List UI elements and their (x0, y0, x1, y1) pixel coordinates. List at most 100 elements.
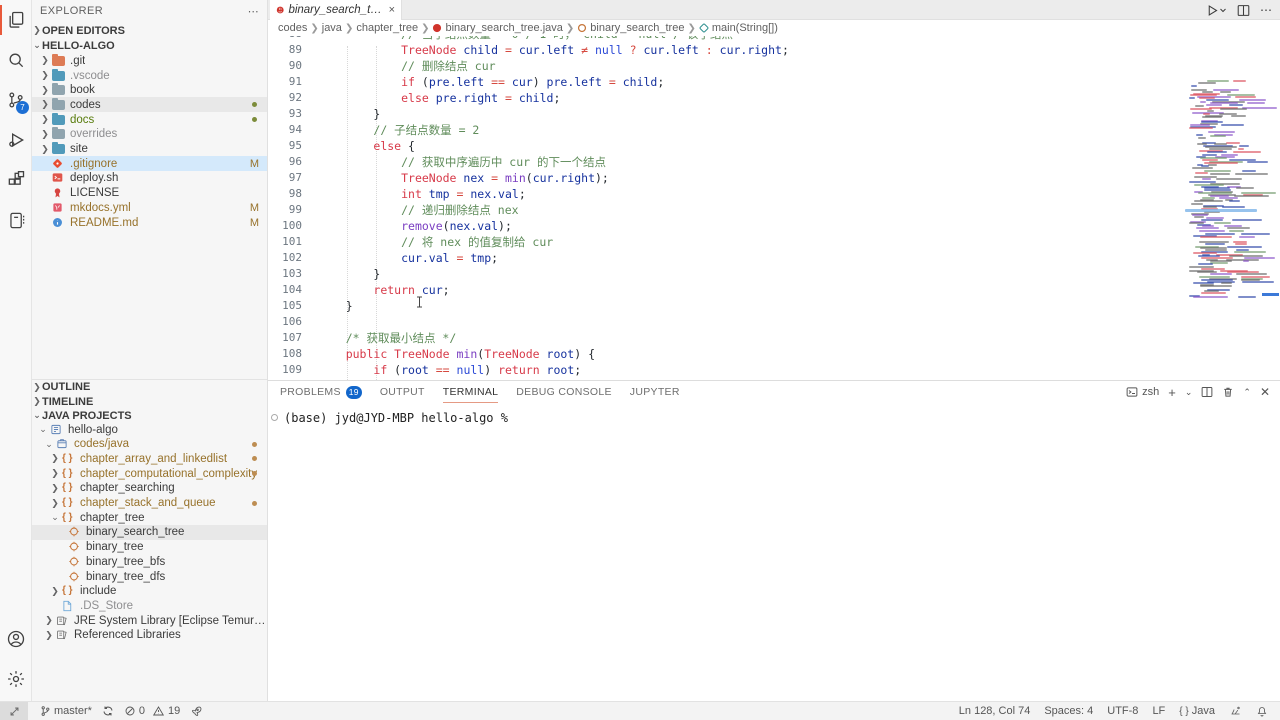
chevron-down-icon[interactable]: ⌄ (44, 439, 54, 450)
tree-item-mkdocs-yml[interactable]: mkdocs.ymlM (32, 200, 267, 215)
tree-item-deploy-sh[interactable]: deploy.sh (32, 171, 267, 186)
kill-terminal-button[interactable] (1222, 386, 1234, 398)
breadcrumb-item[interactable]: binary_search_tree.java (432, 22, 562, 34)
class-icon (68, 541, 82, 553)
run-button[interactable] (1206, 4, 1227, 17)
new-terminal-button[interactable]: + (1168, 385, 1176, 400)
tree-item--vscode[interactable]: ❯.vscode (32, 68, 267, 83)
tree-item-license[interactable]: LICENSE (32, 186, 267, 201)
chevron-right-icon[interactable]: ❯ (50, 453, 60, 464)
chevron-right-icon[interactable]: ❯ (40, 114, 50, 125)
chevron-right-icon[interactable]: ❯ (50, 483, 60, 494)
terminal-prompt[interactable]: (base) jyd@JYD-MBP hello-algo % (284, 411, 508, 425)
problems-status[interactable]: 0 19 (124, 705, 180, 717)
encoding-status[interactable]: UTF-8 (1107, 705, 1138, 717)
split-editor-button[interactable] (1237, 4, 1250, 17)
rocket-status-icon[interactable] (190, 705, 203, 718)
java-status-icon[interactable] (1229, 705, 1242, 717)
tab-close-icon[interactable]: × (389, 4, 395, 16)
chevron-right-icon[interactable]: ❯ (40, 70, 50, 81)
tree-item-site[interactable]: ❯site (32, 142, 267, 157)
account-icon[interactable] (0, 619, 32, 659)
minimap[interactable] (1185, 38, 1257, 380)
breadcrumb-item[interactable]: binary_search_tree (577, 22, 684, 34)
chevron-down-icon[interactable]: ⌄ (50, 512, 60, 523)
java-projects-section[interactable]: ⌄JAVA PROJECTS (32, 408, 267, 423)
chevron-right-icon[interactable]: ❯ (50, 468, 60, 479)
tree-item-codes[interactable]: ❯codes (32, 97, 267, 112)
remote-indicator[interactable] (0, 702, 28, 720)
tree-item-label: LICENSE (70, 187, 119, 199)
breadcrumb-item[interactable]: main(String[]) (699, 22, 778, 34)
branch-status[interactable]: master* (40, 705, 92, 717)
tab-binary-search-tree[interactable]: binary_search_tree.java × (270, 0, 402, 20)
chevron-right-icon[interactable]: ❯ (40, 99, 50, 110)
sync-button[interactable] (102, 705, 114, 717)
timeline-section[interactable]: ❯TIMELINE (32, 394, 267, 409)
workspace-root-section[interactable]: ⌄HELLO-ALGO (32, 38, 267, 53)
line-number: 106 (268, 314, 302, 330)
editor-more-actions-icon[interactable]: ⋯ (1260, 3, 1272, 17)
search-activity-icon[interactable] (0, 40, 32, 80)
tree-item-chapter-computational-complexity[interactable]: ❯{ }chapter_computational_complexity (32, 466, 267, 481)
tree-item--gitignore[interactable]: .gitignoreM (32, 156, 267, 171)
breadcrumb-item[interactable]: java (322, 22, 342, 34)
tree-item-codes-java[interactable]: ⌄codes/java (32, 437, 267, 452)
shell-selector[interactable]: zsh (1126, 386, 1159, 398)
panel-tab-problems[interactable]: PROBLEMS19 (280, 381, 362, 403)
indentation-status[interactable]: Spaces: 4 (1044, 705, 1093, 717)
extensions-activity-icon[interactable] (0, 160, 32, 200)
outline-section[interactable]: ❯OUTLINE (32, 379, 267, 394)
chevron-down-icon[interactable]: ⌄ (38, 424, 48, 435)
panel-tab-debug-console[interactable]: DEBUG CONSOLE (516, 381, 612, 403)
tree-item-docs[interactable]: ❯docs (32, 112, 267, 127)
tree-item-chapter-stack-and-queue[interactable]: ❯{ }chapter_stack_and_queue (32, 496, 267, 511)
notebook-activity-icon[interactable] (0, 200, 32, 240)
tree-item-binary-search-tree[interactable]: binary_search_tree (32, 525, 267, 540)
panel-tab-terminal[interactable]: TERMINAL (443, 381, 499, 403)
notifications-bell-icon[interactable] (1256, 705, 1268, 718)
close-panel-icon[interactable]: ✕ (1260, 385, 1270, 399)
chevron-right-icon[interactable]: ❯ (40, 129, 50, 140)
tree-item-chapter-tree[interactable]: ⌄{ }chapter_tree (32, 510, 267, 525)
explorer-activity-icon[interactable] (0, 0, 32, 40)
run-debug-activity-icon[interactable] (0, 120, 32, 160)
chevron-right-icon[interactable]: ❯ (50, 498, 60, 509)
chevron-right-icon[interactable]: ❯ (40, 144, 50, 155)
language-status[interactable]: { } Java (1179, 705, 1215, 717)
split-terminal-button[interactable] (1201, 386, 1213, 398)
tree-item--git[interactable]: ❯.git (32, 53, 267, 68)
chevron-right-icon[interactable]: ❯ (50, 586, 60, 597)
panel-tab-output[interactable]: OUTPUT (380, 381, 425, 403)
settings-gear-icon[interactable] (0, 659, 32, 699)
chevron-right-icon[interactable]: ❯ (40, 85, 50, 96)
tree-item-readme-md[interactable]: README.mdM (32, 215, 267, 230)
tree-item-hello-algo[interactable]: ⌄hello-algo (32, 422, 267, 437)
tree-item-chapter-array-and-linkedlist[interactable]: ❯{ }chapter_array_and_linkedlist (32, 451, 267, 466)
tree-item-chapter-searching[interactable]: ❯{ }chapter_searching (32, 481, 267, 496)
eol-status[interactable]: LF (1152, 705, 1165, 717)
tree-item-overrides[interactable]: ❯overrides (32, 127, 267, 142)
explorer-more-icon[interactable]: ⋯ (248, 5, 259, 18)
chevron-right-icon[interactable]: ❯ (44, 630, 54, 641)
tree-item-binary-tree[interactable]: binary_tree (32, 540, 267, 555)
terminal-dropdown-chevron-icon[interactable]: ⌄ (1185, 387, 1193, 398)
source-control-activity-icon[interactable]: 7 (0, 80, 32, 120)
tree-item-referenced-libraries[interactable]: ❯Referenced Libraries (32, 628, 267, 643)
chevron-right-icon[interactable]: ❯ (40, 55, 50, 66)
maximize-panel-chevron-icon[interactable]: ⌃ (1243, 387, 1251, 398)
overview-ruler[interactable] (1262, 36, 1280, 380)
tree-item-book[interactable]: ❯book (32, 83, 267, 98)
panel-tab-jupyter[interactable]: JUPYTER (630, 381, 680, 403)
tree-item-jre-system-library-eclipse-temurin-17-17-[interactable]: ❯JRE System Library [Eclipse Temurin 17 … (32, 613, 267, 628)
tree-item-binary-tree-dfs[interactable]: binary_tree_dfs (32, 569, 267, 584)
breadcrumb-item[interactable]: chapter_tree (356, 22, 418, 34)
line-col-status[interactable]: Ln 128, Col 74 (959, 705, 1031, 717)
tree-item-binary-tree-bfs[interactable]: binary_tree_bfs (32, 554, 267, 569)
chevron-right-icon[interactable]: ❯ (44, 615, 54, 626)
code-editor[interactable]: 88 // 当子结点数量 = 0 / 1 时， child = null / 该… (268, 36, 1280, 380)
breadcrumb-item[interactable]: codes (278, 22, 307, 34)
open-editors-section[interactable]: ❯OPEN EDITORS (32, 23, 267, 38)
tree-item--ds-store[interactable]: .DS_Store (32, 598, 267, 613)
tree-item-include[interactable]: ❯{ }include (32, 584, 267, 599)
